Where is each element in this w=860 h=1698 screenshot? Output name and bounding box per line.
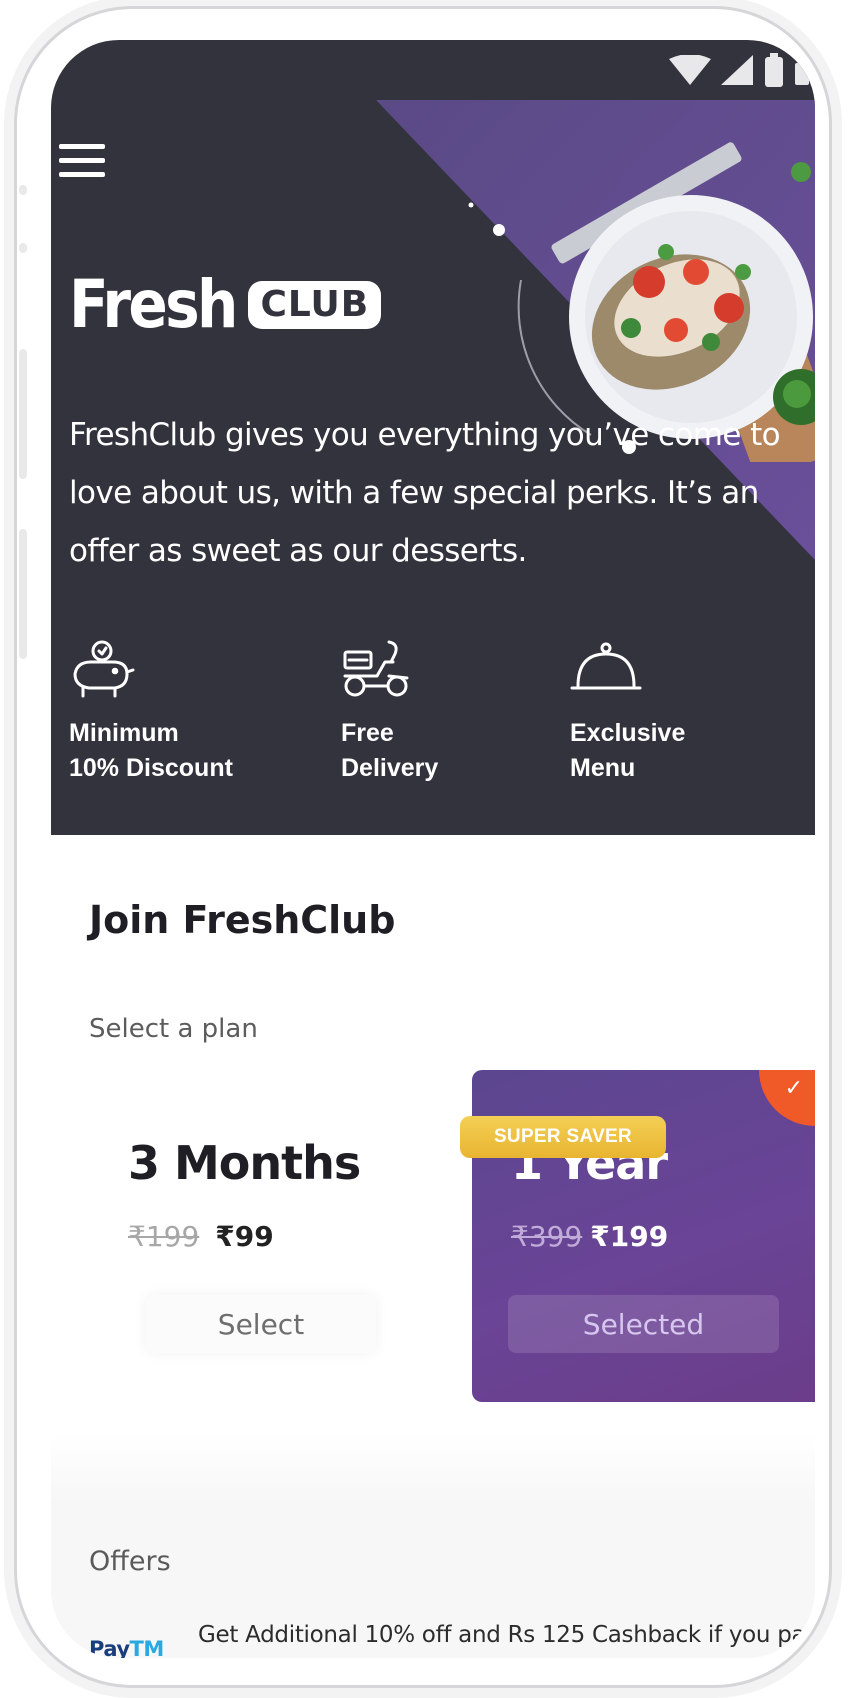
plan-new-price: ₹99	[215, 1220, 274, 1253]
paytm-logo-pay: Pay	[89, 1637, 130, 1658]
side-button	[19, 529, 27, 659]
paytm-offer-text[interactable]: Get Additional 10% off and Rs 125 Cashba…	[198, 1617, 815, 1658]
plan-card-3-months[interactable]: 3 Months ₹199 ₹99 Select	[81, 1070, 433, 1402]
perk-menu: Exclusive Menu	[570, 638, 685, 786]
perk-discount: Minimum 10% Discount	[69, 638, 233, 786]
battery-icon	[765, 53, 783, 87]
plan-prices: ₹399 ₹199	[511, 1220, 668, 1253]
perk-discount-label: Minimum 10% Discount	[69, 719, 233, 782]
select-plan-button[interactable]: Select	[146, 1295, 376, 1353]
signal-icon	[721, 55, 753, 85]
side-button	[19, 349, 27, 479]
plan-prices: ₹199 ₹99	[128, 1220, 274, 1253]
wifi-icon	[669, 55, 711, 85]
selected-plan-button[interactable]: Selected	[508, 1295, 779, 1353]
join-title: Join FreshClub	[89, 898, 396, 942]
cloche-icon	[570, 642, 642, 690]
freshclub-logo: Fresh CLUB	[69, 266, 382, 343]
piggy-bank-icon	[73, 640, 135, 698]
offers-label: Offers	[89, 1546, 171, 1577]
logo-club-badge: CLUB	[248, 280, 382, 330]
paytm-logo: PayTM	[89, 1637, 164, 1658]
status-bar	[669, 52, 809, 88]
plan-new-price: ₹199	[590, 1220, 669, 1253]
perk-delivery: Free Delivery	[341, 638, 438, 786]
side-button	[19, 185, 27, 195]
selected-check-badge: ✓	[759, 1070, 815, 1126]
hero-description: FreshClub gives you everything you’ve co…	[69, 417, 781, 569]
select-plan-label: Select a plan	[89, 1014, 258, 1044]
scooter-icon	[343, 640, 409, 697]
plan-old-price: ₹399	[511, 1220, 583, 1253]
super-saver-badge: SUPER SAVER	[460, 1116, 666, 1158]
perk-menu-label: Exclusive Menu	[570, 719, 686, 782]
logo-fresh-text: Fresh	[69, 266, 238, 343]
hamburger-menu-icon[interactable]	[59, 144, 109, 184]
checkmark-icon: ✓	[784, 1076, 803, 1101]
paytm-logo-tm: TM	[129, 1637, 165, 1658]
notification-icon	[795, 63, 809, 85]
app-screen: Fresh CLUB FreshClub gives you everythin…	[51, 40, 815, 1658]
side-button	[19, 243, 27, 253]
hero-banner: Fresh CLUB FreshClub gives you everythin…	[51, 40, 815, 835]
plan-duration: 3 Months	[128, 1136, 361, 1190]
plan-old-price: ₹199	[128, 1220, 200, 1253]
perk-delivery-label: Free Delivery	[341, 719, 439, 782]
